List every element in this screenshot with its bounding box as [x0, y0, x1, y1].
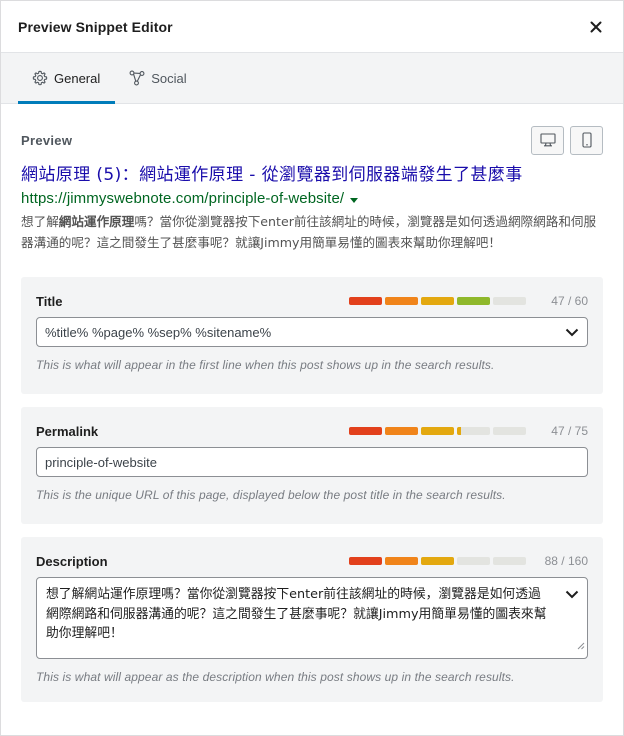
- mobile-preview-button[interactable]: [570, 125, 603, 155]
- permalink-input-value: principle-of-website: [45, 454, 157, 470]
- description-field-header: Description 88 / 160: [36, 551, 588, 571]
- tab-social-label: Social: [151, 70, 187, 86]
- meter-segment: [385, 427, 418, 435]
- dialog-content: Preview 網站原理 (5)：網站運作原理 - 從瀏覽器到伺服器端發生了甚麼…: [1, 124, 623, 702]
- desktop-preview-button[interactable]: [531, 125, 564, 155]
- desktop-icon: [539, 133, 556, 147]
- title-counter: 47 / 60: [551, 294, 588, 308]
- meter-segment: [349, 557, 382, 565]
- description-textarea[interactable]: 想了解網站運作原理嗎？當你從瀏覽器按下enter前往該網址的時候，瀏覽器是如何透…: [36, 577, 588, 659]
- gear-icon: [32, 70, 48, 86]
- dialog-header: Preview Snippet Editor: [1, 1, 623, 53]
- meter-segment: [421, 557, 454, 565]
- tab-general-label: General: [54, 70, 101, 86]
- meter-segment: [385, 557, 418, 565]
- permalink-counter: 47 / 75: [551, 424, 588, 438]
- meter-segment: [493, 557, 526, 565]
- title-field-header: Title 47 / 60: [36, 291, 588, 311]
- description-meter-bar: [349, 557, 526, 565]
- mobile-icon: [581, 132, 592, 148]
- meter-segment: [457, 427, 490, 435]
- permalink-meter-bar: [349, 427, 526, 435]
- caret-down-icon: [350, 197, 359, 203]
- meter-segment: [493, 427, 526, 435]
- share-icon: [129, 70, 145, 86]
- meter-segment: [421, 427, 454, 435]
- description-length-meter: 88 / 160: [349, 554, 588, 568]
- serp-description: 想了解網站運作原理嗎？當你從瀏覽器按下enter前往該網址的時候，瀏覽器是如何透…: [21, 211, 603, 253]
- serp-title: 網站原理 (5)：網站運作原理 - 從瀏覽器到伺服器端發生了甚麼事: [21, 165, 523, 185]
- tab-general[interactable]: General: [18, 53, 116, 104]
- description-dropdown-toggle[interactable]: [565, 586, 579, 606]
- title-help-text: This is what will appear in the first li…: [36, 358, 495, 372]
- serp-preview: 網站原理 (5)：網站運作原理 - 從瀏覽器到伺服器端發生了甚麼事 https:…: [21, 162, 603, 253]
- permalink-label: Permalink: [36, 423, 99, 439]
- resize-grip-icon: [577, 642, 585, 649]
- permalink-field-card: Permalink 47 / 75 principle-of-website T…: [21, 407, 603, 524]
- chevron-down-icon: [565, 328, 579, 336]
- title-length-meter: 47 / 60: [349, 294, 588, 308]
- description-label: Description: [36, 553, 108, 569]
- title-input[interactable]: %title% %page% %sep% %sitename%: [36, 317, 588, 347]
- title-meter-bar: [349, 297, 526, 305]
- meter-segment: [421, 297, 454, 305]
- title-dropdown-toggle[interactable]: [565, 328, 579, 337]
- close-icon: [590, 21, 602, 32]
- title-field-card: Title 47 / 60 %title% %page% %sep% %site…: [21, 277, 603, 394]
- resize-handle[interactable]: [577, 637, 585, 657]
- tab-social[interactable]: Social: [115, 53, 201, 103]
- meter-segment: [349, 427, 382, 435]
- description-textarea-value: 想了解網站運作原理嗎？當你從瀏覽器按下enter前往該網址的時候，瀏覽器是如何透…: [46, 587, 547, 641]
- meter-segment: [457, 297, 490, 305]
- device-toggle: [531, 125, 603, 155]
- meter-segment: [493, 297, 526, 305]
- dialog-title: Preview Snippet Editor: [18, 18, 173, 35]
- preview-snippet-editor-dialog: Preview Snippet Editor General Social Pr…: [0, 0, 624, 736]
- close-button[interactable]: [586, 17, 606, 37]
- description-counter: 88 / 160: [544, 554, 588, 568]
- permalink-help-text: This is the unique URL of this page, dis…: [36, 488, 506, 502]
- serp-desc-keyword: 網站運作原理: [58, 214, 135, 229]
- preview-header: Preview: [21, 124, 603, 156]
- title-label: Title: [36, 293, 63, 309]
- permalink-length-meter: 47 / 75: [349, 424, 588, 438]
- serp-url-text: https://jimmyswebnote.com/principle-of-w…: [21, 190, 345, 207]
- permalink-input[interactable]: principle-of-website: [36, 447, 588, 477]
- preview-label: Preview: [21, 132, 73, 148]
- chevron-down-icon: [565, 590, 579, 599]
- meter-segment: [385, 297, 418, 305]
- title-input-value: %title% %page% %sep% %sitename%: [45, 324, 272, 340]
- meter-segment: [349, 297, 382, 305]
- tab-bar: General Social: [1, 53, 623, 104]
- description-help-text: This is what will appear as the descript…: [36, 670, 515, 684]
- serp-desc-prefix: 想了解: [21, 214, 59, 229]
- permalink-field-header: Permalink 47 / 75: [36, 421, 588, 441]
- serp-url: https://jimmyswebnote.com/principle-of-w…: [21, 188, 603, 210]
- meter-segment: [457, 557, 490, 565]
- description-field-card: Description 88 / 160 想了解網站運作原理嗎？當你從瀏覽器按下…: [21, 537, 603, 702]
